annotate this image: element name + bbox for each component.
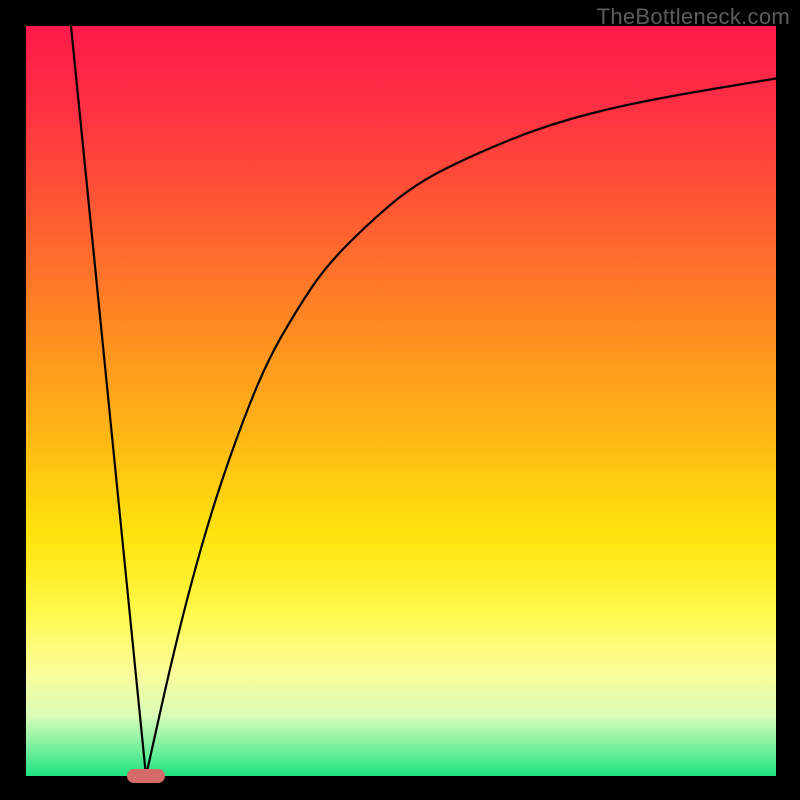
curve-left	[71, 26, 146, 776]
curve-right	[146, 79, 776, 777]
chart-minimum-marker	[127, 769, 165, 783]
chart-curves	[26, 26, 776, 776]
chart-frame: TheBottleneck.com	[0, 0, 800, 800]
chart-plot-area	[26, 26, 776, 776]
